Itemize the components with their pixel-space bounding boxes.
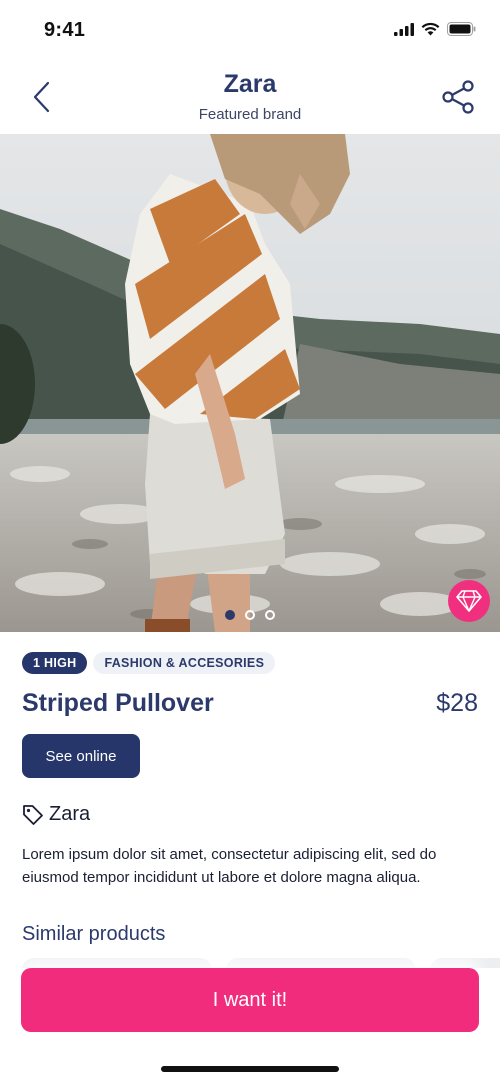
share-button[interactable] — [438, 76, 480, 118]
status-bar: 9:41 — [0, 0, 500, 60]
similar-product-card[interactable] — [430, 958, 500, 968]
product-name: Striped Pullover — [22, 689, 214, 717]
home-indicator — [161, 1066, 339, 1072]
brand-name: Zara — [49, 803, 91, 825]
category-tag[interactable]: FASHION & ACCESORIES — [93, 652, 276, 674]
product-tags: 1 HIGH FASHION & ACCESORIES — [22, 652, 276, 674]
battery-icon — [447, 22, 476, 36]
signal-icon — [394, 22, 414, 36]
page-title: Zara — [223, 70, 277, 98]
product-image-carousel[interactable] — [0, 134, 500, 632]
product-photo — [0, 134, 500, 632]
status-time: 9:41 — [44, 19, 86, 41]
want-it-button[interactable]: I want it! — [21, 968, 479, 1032]
see-online-button[interactable]: See online — [22, 734, 140, 778]
diamond-icon — [456, 590, 482, 612]
wifi-icon — [421, 22, 440, 36]
page-subtitle: Featured brand — [198, 106, 302, 123]
similar-products-title: Similar products — [22, 923, 166, 945]
similar-product-card[interactable] — [22, 958, 212, 968]
product-description: Lorem ipsum dolor sit amet, consectetur … — [22, 846, 437, 886]
carousel-dot[interactable] — [225, 610, 235, 620]
tag-icon — [23, 804, 43, 825]
status-icons — [394, 22, 476, 36]
nav-header: Zara Featured brand — [0, 60, 500, 134]
share-icon — [442, 80, 474, 114]
similar-product-card[interactable] — [226, 958, 416, 968]
diamond-badge-button[interactable] — [448, 580, 490, 622]
carousel-dots — [0, 610, 500, 620]
brand-row[interactable]: Zara — [22, 803, 90, 826]
carousel-dot[interactable] — [245, 610, 255, 620]
product-price: $28 — [436, 689, 478, 717]
similar-products-list[interactable] — [22, 958, 500, 968]
priority-tag[interactable]: 1 HIGH — [22, 652, 88, 674]
carousel-dot[interactable] — [265, 610, 275, 620]
